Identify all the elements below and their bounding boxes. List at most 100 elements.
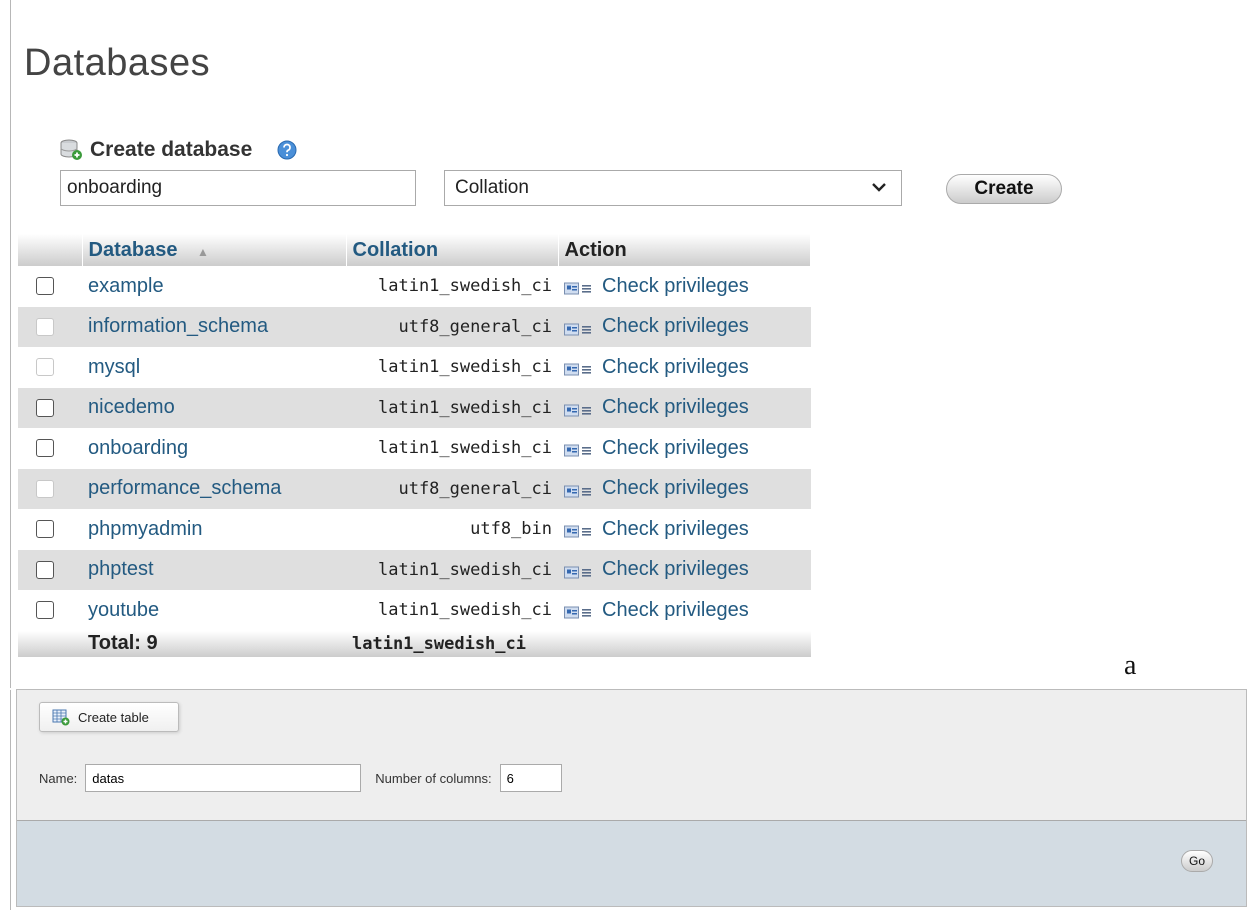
go-button[interactable]: Go <box>1181 850 1213 872</box>
check-privileges-link[interactable]: Check privileges <box>558 306 811 347</box>
database-name-link[interactable]: performance_schema <box>82 468 346 509</box>
databases-table: Database ▲ Collation Action example latin… <box>18 234 811 657</box>
privileges-icon <box>564 563 596 579</box>
row-checkbox <box>36 358 54 377</box>
table-row: phptest latin1_swedish_ci Check privileges <box>18 549 811 590</box>
databases-panel: Databases Create database Collation <box>0 0 1247 690</box>
database-name-link[interactable]: nicedemo <box>82 387 346 428</box>
database-collation: utf8_general_ci <box>346 306 558 347</box>
database-name-link[interactable]: example <box>82 266 346 307</box>
row-checkbox[interactable] <box>36 601 54 620</box>
check-privileges-link[interactable]: Check privileges <box>558 266 811 307</box>
database-collation: latin1_swedish_ci <box>346 266 558 307</box>
number-of-columns-input[interactable] <box>499 764 562 792</box>
database-name-link[interactable]: information_schema <box>82 306 346 347</box>
check-privileges-label: Check privileges <box>602 436 749 459</box>
check-privileges-label: Check privileges <box>602 274 749 297</box>
database-name-link[interactable]: mysql <box>82 347 346 388</box>
check-privileges-label: Check privileges <box>602 355 749 378</box>
privileges-icon <box>564 401 596 417</box>
table-row: example latin1_swedish_ci Check privileges <box>18 266 811 307</box>
table-add-icon <box>52 708 70 726</box>
header-collation[interactable]: Collation <box>346 234 559 266</box>
check-privileges-label: Check privileges <box>602 396 749 419</box>
total-action-spacer <box>558 630 811 657</box>
database-collation: latin1_swedish_ci <box>346 549 558 590</box>
check-privileges-link[interactable]: Check privileges <box>558 428 811 469</box>
table-row: youtube latin1_swedish_ci Check privileges <box>18 590 811 631</box>
privileges-icon <box>564 279 596 295</box>
total-label: Total: 9 <box>82 630 346 657</box>
check-privileges-link[interactable]: Check privileges <box>558 347 811 388</box>
collation-select[interactable]: Collation <box>444 170 902 206</box>
row-checkbox-cell <box>18 266 82 307</box>
check-privileges-link[interactable]: Check privileges <box>558 509 811 550</box>
privileges-icon <box>564 522 596 538</box>
row-checkbox[interactable] <box>36 398 54 417</box>
row-checkbox[interactable] <box>36 560 54 579</box>
table-row: phpmyadmin utf8_bin Check privileges <box>18 509 811 550</box>
database-collation: utf8_bin <box>346 509 558 550</box>
database-name-link[interactable]: phpmyadmin <box>82 509 346 550</box>
table-name-input[interactable] <box>85 764 362 792</box>
check-privileges-link[interactable]: Check privileges <box>558 387 811 428</box>
sort-ascending-icon: ▲ <box>197 244 209 259</box>
header-database[interactable]: Database ▲ <box>82 234 347 266</box>
database-collation: latin1_swedish_ci <box>346 387 558 428</box>
table-total-row: Total: 9 latin1_swedish_ci <box>18 630 811 657</box>
figure-caption: a <box>1124 650 1137 681</box>
table-row: mysql latin1_swedish_ci Check privileges <box>18 347 811 388</box>
row-checkbox-cell <box>18 509 82 550</box>
chevron-down-icon <box>871 177 887 197</box>
row-checkbox-cell <box>18 306 82 347</box>
collation-select-value: Collation <box>455 177 529 198</box>
left-divider-bottom <box>10 690 11 910</box>
number-of-columns-label: Number of columns: <box>375 770 492 786</box>
check-privileges-label: Check privileges <box>602 598 749 621</box>
database-name-input[interactable] <box>60 170 416 206</box>
database-name-link[interactable]: onboarding <box>82 428 346 469</box>
table-header-row: Database ▲ Collation Action <box>18 234 811 266</box>
database-name-link[interactable]: phptest <box>82 549 346 590</box>
help-icon[interactable] <box>276 139 298 161</box>
check-privileges-link[interactable]: Check privileges <box>558 468 811 509</box>
database-collation: latin1_swedish_ci <box>346 347 558 388</box>
privileges-icon <box>564 360 596 376</box>
table-row: nicedemo latin1_swedish_ci Check privilege… <box>18 387 811 428</box>
row-checkbox <box>36 317 54 336</box>
create-table-legend: Create table <box>39 702 179 732</box>
database-name-link[interactable]: youtube <box>82 590 346 631</box>
page-title: Databases <box>24 42 211 84</box>
row-checkbox[interactable] <box>36 520 54 539</box>
privileges-icon <box>564 482 596 498</box>
table-row: information_schema utf8_general_ci Check p… <box>18 306 811 347</box>
check-privileges-link[interactable]: Check privileges <box>558 549 811 590</box>
row-checkbox[interactable] <box>36 277 54 296</box>
row-checkbox-cell <box>18 347 82 388</box>
row-checkbox-cell <box>18 590 82 631</box>
table-row: onboarding latin1_swedish_ci Check privile… <box>18 428 811 469</box>
privileges-icon <box>564 441 596 457</box>
check-privileges-label: Check privileges <box>602 477 749 500</box>
database-add-icon <box>58 137 86 163</box>
row-checkbox-cell <box>18 387 82 428</box>
database-collation: utf8_general_ci <box>346 468 558 509</box>
row-checkbox <box>36 479 54 498</box>
header-checkbox-col <box>18 234 83 266</box>
create-button[interactable]: Create <box>946 174 1062 204</box>
header-action: Action <box>558 234 811 266</box>
table-name-label: Name: <box>39 770 78 786</box>
create-table-legend-label: Create table <box>78 709 149 725</box>
check-privileges-label: Check privileges <box>602 558 749 581</box>
check-privileges-label: Check privileges <box>602 517 749 540</box>
total-spacer <box>18 630 82 657</box>
create-database-heading: Create database <box>58 137 298 163</box>
check-privileges-link[interactable]: Check privileges <box>558 590 811 631</box>
create-table-panel: Create table Name: Number of columns: Go <box>16 689 1247 907</box>
privileges-icon <box>564 603 596 619</box>
header-database-label: Database <box>88 238 178 261</box>
row-checkbox[interactable] <box>36 439 54 458</box>
table-row: performance_schema utf8_general_ci Check p… <box>18 468 811 509</box>
database-collation: latin1_swedish_ci <box>346 590 558 631</box>
total-collation: latin1_swedish_ci <box>346 630 558 657</box>
